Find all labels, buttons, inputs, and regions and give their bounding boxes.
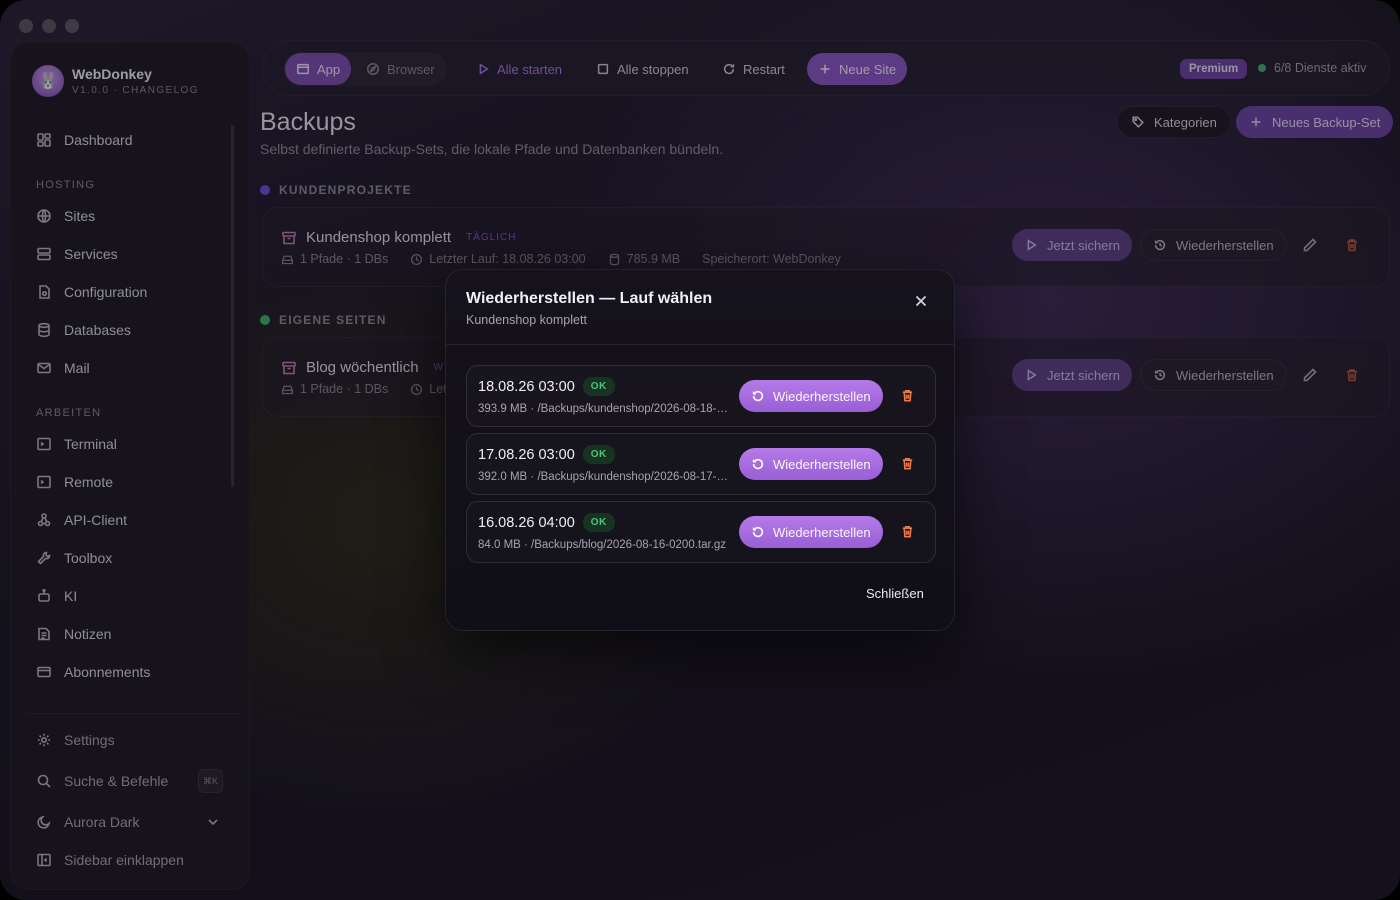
restore-run-label: Wiederherstellen <box>773 524 871 540</box>
run-header: 18.08.26 03:00 OK <box>478 377 615 396</box>
trash-icon <box>902 526 913 538</box>
restore-run-label: Wiederherstellen <box>773 456 871 472</box>
backup-run-item: 18.08.26 03:00 OK 393.9 MB · /Backups/ku… <box>466 365 936 427</box>
run-header: 17.08.26 03:00 OK <box>478 445 615 464</box>
run-date: 18.08.26 03:00 <box>478 378 575 395</box>
delete-run-button[interactable] <box>900 524 916 540</box>
run-date: 16.08.26 04:00 <box>478 514 575 531</box>
restore-run-button[interactable]: Wiederherstellen <box>739 516 883 548</box>
restore-run-label: Wiederherstellen <box>773 388 871 404</box>
status-badge: OK <box>582 377 615 396</box>
status-badge: OK <box>582 445 615 464</box>
dialog-divider <box>446 344 954 345</box>
status-badge: OK <box>582 513 615 532</box>
run-info: 392.0 MB · /Backups/kundenshop/2026-08-1… <box>478 471 734 483</box>
backup-run-item: 16.08.26 04:00 OK 84.0 MB · /Backups/blo… <box>466 501 936 563</box>
rotate-icon <box>752 458 764 470</box>
rotate-icon <box>752 390 764 402</box>
dialog-close-text-button[interactable]: Schließen <box>866 586 924 601</box>
backup-run-item: 17.08.26 03:00 OK 392.0 MB · /Backups/ku… <box>466 433 936 495</box>
trash-icon <box>902 390 913 402</box>
delete-run-button[interactable] <box>900 388 916 404</box>
run-info: 393.9 MB · /Backups/kundenshop/2026-08-1… <box>478 403 734 415</box>
close-icon <box>915 295 927 307</box>
run-header: 16.08.26 04:00 OK <box>478 513 615 532</box>
restore-run-dialog: Wiederherstellen — Lauf wählen Kundensho… <box>445 269 955 631</box>
run-date: 17.08.26 03:00 <box>478 446 575 463</box>
app-window: 🐰 WebDonkey V1.0.0 · CHANGELOG Dashboard… <box>0 0 1400 900</box>
trash-icon <box>902 458 913 470</box>
dialog-subtitle: Kundenshop komplett <box>466 313 587 327</box>
run-info: 84.0 MB · /Backups/blog/2026-08-16-0200.… <box>478 539 727 551</box>
restore-run-button[interactable]: Wiederherstellen <box>739 448 883 480</box>
rotate-icon <box>752 526 764 538</box>
dialog-title: Wiederherstellen — Lauf wählen <box>466 290 713 307</box>
dialog-close-button[interactable] <box>913 293 929 309</box>
delete-run-button[interactable] <box>900 456 916 472</box>
restore-run-button[interactable]: Wiederherstellen <box>739 380 883 412</box>
